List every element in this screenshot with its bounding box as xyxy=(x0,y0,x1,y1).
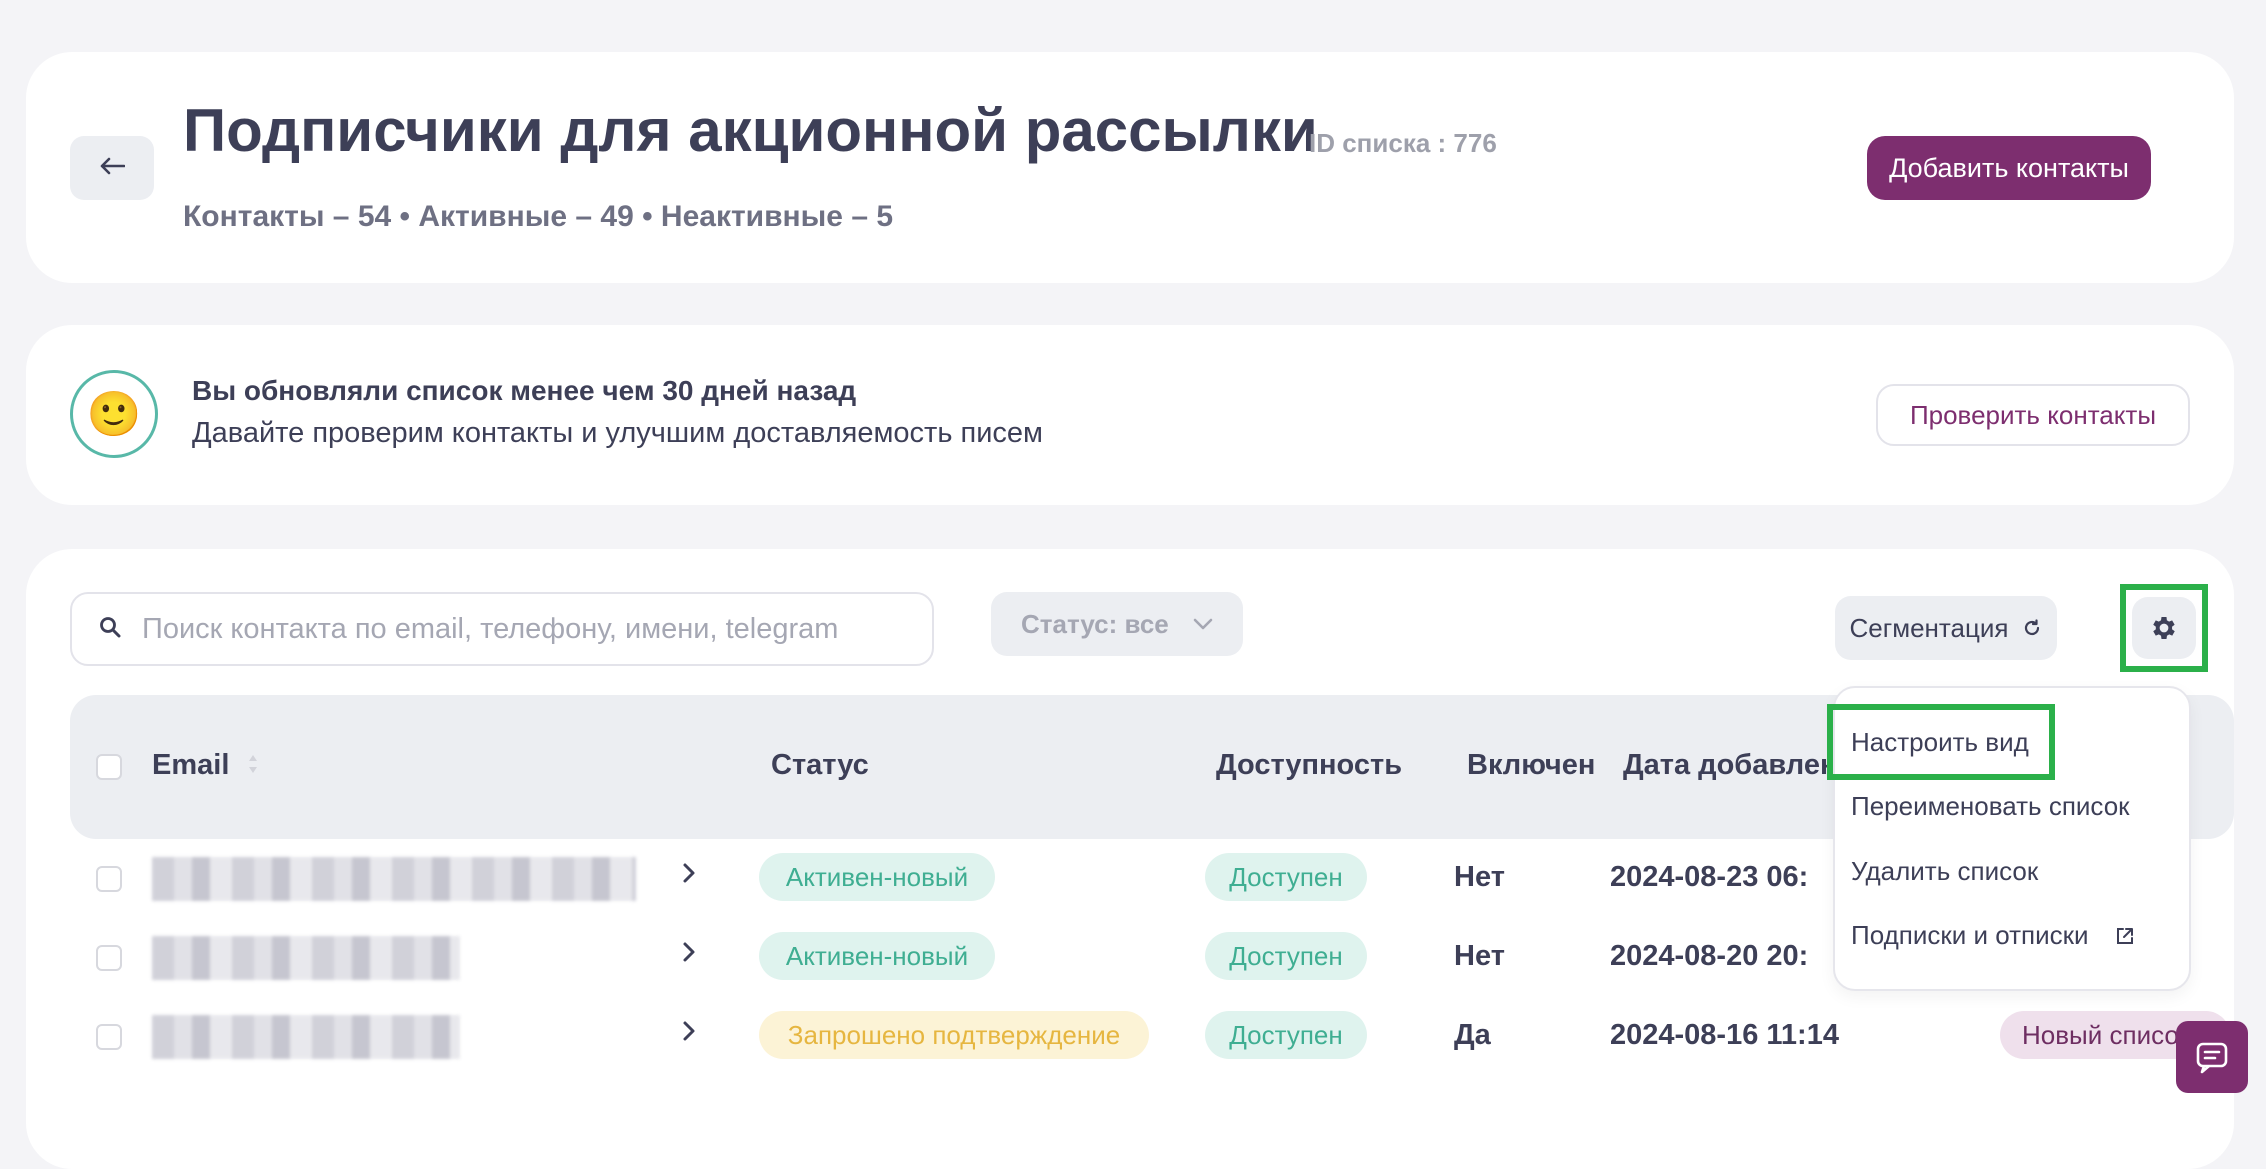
status-badge: Активен-новый xyxy=(759,853,995,901)
external-link-icon xyxy=(2115,926,2135,946)
segmentation-label: Сегментация xyxy=(1849,612,2009,643)
search-box[interactable] xyxy=(70,592,934,666)
add-contacts-button[interactable]: Добавить контакты xyxy=(1867,136,2151,200)
settings-button[interactable] xyxy=(2132,597,2196,659)
chat-button[interactable] xyxy=(2176,1021,2248,1093)
page-title: Подписчики для акционной рассылки xyxy=(183,97,1318,164)
column-enabled: Включен xyxy=(1467,749,1596,781)
email-blurred xyxy=(152,857,636,901)
enabled-value: Да xyxy=(1454,1019,1491,1051)
availability-badge: Доступен xyxy=(1205,1011,1367,1059)
header-card: Подписчики для акционной рассылки ID спи… xyxy=(26,52,2234,283)
email-blurred xyxy=(152,936,460,980)
table-row[interactable]: Запрошено подтверждение Доступен Да 2024… xyxy=(26,997,2234,1077)
notice-subtitle: Давайте проверим контакты и улучшим дост… xyxy=(192,417,1043,449)
availability-badge: Доступен xyxy=(1205,932,1367,980)
row-checkbox[interactable] xyxy=(96,866,122,892)
date-value: 2024-08-23 06: xyxy=(1610,861,1809,893)
status-badge: Запрошено подтверждение xyxy=(759,1011,1149,1059)
arrow-left-icon xyxy=(99,157,126,180)
smile-emoji: 🙂 xyxy=(86,390,142,439)
gear-icon xyxy=(2149,613,2179,643)
column-availability: Доступность xyxy=(1216,749,1403,781)
search-icon xyxy=(98,615,122,644)
notice-card: 🙂 Вы обновляли список менее чем 30 дней … xyxy=(26,325,2234,505)
contact-stats: Контакты – 54 • Активные – 49 • Неактивн… xyxy=(183,200,894,233)
date-value: 2024-08-16 11:14 xyxy=(1610,1019,1839,1051)
list-id: ID списка : 776 xyxy=(1309,128,1497,158)
check-contacts-button[interactable]: Проверить контакты xyxy=(1876,384,2190,446)
chevron-right-icon[interactable] xyxy=(681,861,697,890)
date-value: 2024-08-20 20: xyxy=(1610,940,1809,972)
settings-highlight xyxy=(2120,584,2208,672)
enabled-value: Нет xyxy=(1454,940,1505,972)
back-button[interactable] xyxy=(70,136,154,200)
menu-item-rename-list[interactable]: Переименовать список xyxy=(1851,791,2130,822)
chat-icon xyxy=(2195,1040,2229,1074)
menu-item-customize-view[interactable]: Настроить вид xyxy=(1851,727,2029,758)
sort-icon xyxy=(247,750,259,783)
enabled-value: Нет xyxy=(1454,861,1505,893)
search-input[interactable] xyxy=(140,611,904,647)
chevron-down-icon xyxy=(1193,618,1213,630)
column-date: Дата добавлени xyxy=(1623,749,1856,781)
email-blurred xyxy=(152,1015,460,1059)
menu-item-subscriptions[interactable]: Подписки и отписки xyxy=(1851,920,2135,951)
settings-dropdown-menu: Настроить вид Переименовать список Удали… xyxy=(1827,686,2191,991)
column-email[interactable]: Email xyxy=(152,749,259,783)
select-all-checkbox[interactable] xyxy=(96,754,122,780)
availability-badge: Доступен xyxy=(1205,853,1367,901)
chevron-right-icon[interactable] xyxy=(681,1019,697,1048)
status-badge: Активен-новый xyxy=(759,932,995,980)
menu-item-subscriptions-label: Подписки и отписки xyxy=(1851,920,2089,950)
menu-item-delete-list[interactable]: Удалить список xyxy=(1851,856,2038,887)
notice-title: Вы обновляли список менее чем 30 дней на… xyxy=(192,375,857,406)
column-status: Статус xyxy=(771,749,869,781)
chevron-right-icon[interactable] xyxy=(681,940,697,969)
smile-icon: 🙂 xyxy=(70,370,158,458)
refresh-icon xyxy=(2022,618,2042,638)
segmentation-button[interactable]: Сегментация xyxy=(1835,596,2057,660)
row-checkbox[interactable] xyxy=(96,1024,122,1050)
row-checkbox[interactable] xyxy=(96,945,122,971)
status-filter-dropdown[interactable]: Статус: все xyxy=(991,592,1243,656)
status-filter-label: Статус: все xyxy=(1021,608,1169,639)
